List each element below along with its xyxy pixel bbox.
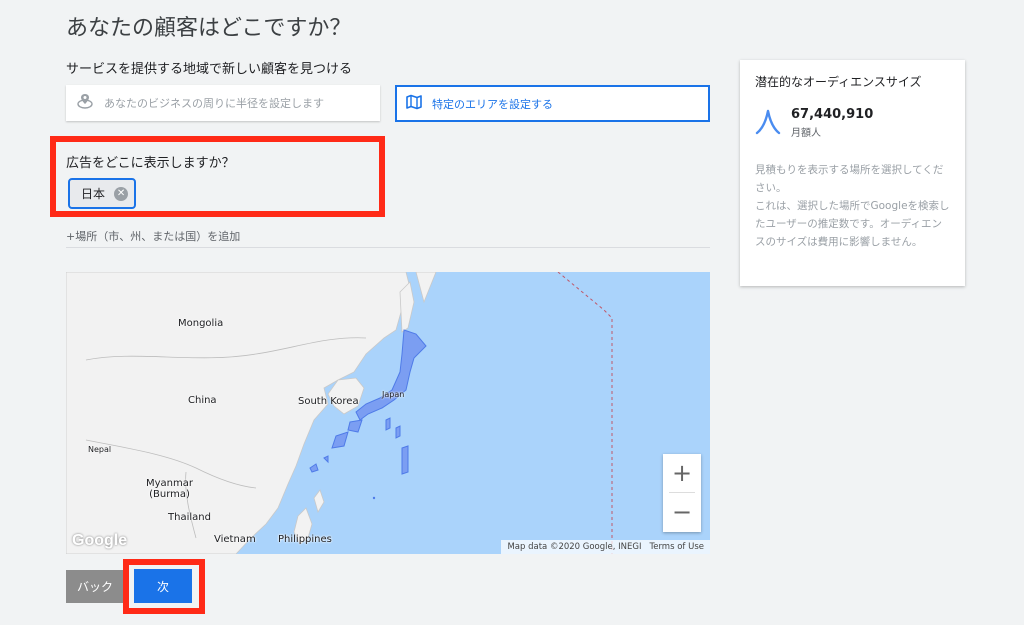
- location-chip-label: 日本: [81, 187, 106, 201]
- radius-option-label: あなたのビジネスの周りに半径を設定します: [104, 97, 324, 110]
- map-data-credit: Map data ©2020 Google, INEGI: [507, 542, 642, 552]
- map-label-japan: Japan: [382, 390, 405, 399]
- map-attribution: Map data ©2020 Google, INEGI Terms of Us…: [501, 540, 710, 554]
- map-label-nepal: Nepal: [88, 445, 112, 454]
- audience-count: 67,440,910: [791, 107, 874, 122]
- divider: [66, 247, 710, 248]
- map[interactable]: Mongolia China South Korea Japan Nepal M…: [66, 272, 710, 554]
- audience-description: 見積もりを表示する場所を選択してください。 これは、選択した場所でGoogleを…: [755, 164, 950, 248]
- audience-size-card: 潜在的なオーディエンスサイズ 67,440,910 月額人 見積もりを表示する場…: [740, 60, 965, 286]
- back-button[interactable]: バック: [66, 570, 124, 603]
- area-option-button[interactable]: 特定のエリアを設定する: [395, 85, 710, 122]
- location-chip-japan[interactable]: 日本 ✕: [68, 178, 136, 209]
- map-label-thailand: Thailand: [168, 512, 211, 523]
- ad-location-question: 広告をどこに表示しますか？: [66, 156, 235, 171]
- terms-of-use-link[interactable]: Terms of Use: [649, 542, 704, 552]
- map-label-mongolia: Mongolia: [178, 318, 224, 329]
- map-label-china: China: [188, 395, 217, 406]
- location-radius-icon: [76, 92, 94, 114]
- ad-location-highlight: 広告をどこに表示しますか？ 日本 ✕: [50, 136, 385, 217]
- next-button[interactable]: 次: [134, 569, 192, 603]
- remove-chip-icon[interactable]: ✕: [114, 186, 129, 201]
- audience-unit: 月額人: [791, 128, 821, 139]
- google-logo: Google: [72, 532, 128, 549]
- zoom-control: + −: [663, 454, 701, 532]
- map-canvas: [66, 272, 613, 554]
- person-icon: [755, 107, 781, 139]
- section-title: サービスを提供する地域で新しい顧客を見つける: [66, 62, 353, 77]
- area-option-label: 特定のエリアを設定する: [432, 97, 553, 111]
- map-label-south-korea: South Korea: [298, 396, 359, 407]
- map-icon: [406, 94, 422, 114]
- add-location-link[interactable]: +場所（市、州、または国）を追加: [66, 228, 240, 244]
- map-label-vietnam: Vietnam: [214, 534, 256, 545]
- zoom-in-button[interactable]: +: [663, 454, 701, 492]
- audience-title: 潜在的なオーディエンスサイズ: [755, 75, 922, 89]
- page-title: あなたの顧客はどこですか？: [66, 16, 352, 41]
- radius-option-button[interactable]: あなたのビジネスの周りに半径を設定します: [66, 85, 380, 121]
- map-label-philippines: Philippines: [278, 534, 332, 545]
- map-label-myanmar: Myanmar (Burma): [146, 478, 193, 500]
- zoom-out-button[interactable]: −: [663, 493, 701, 531]
